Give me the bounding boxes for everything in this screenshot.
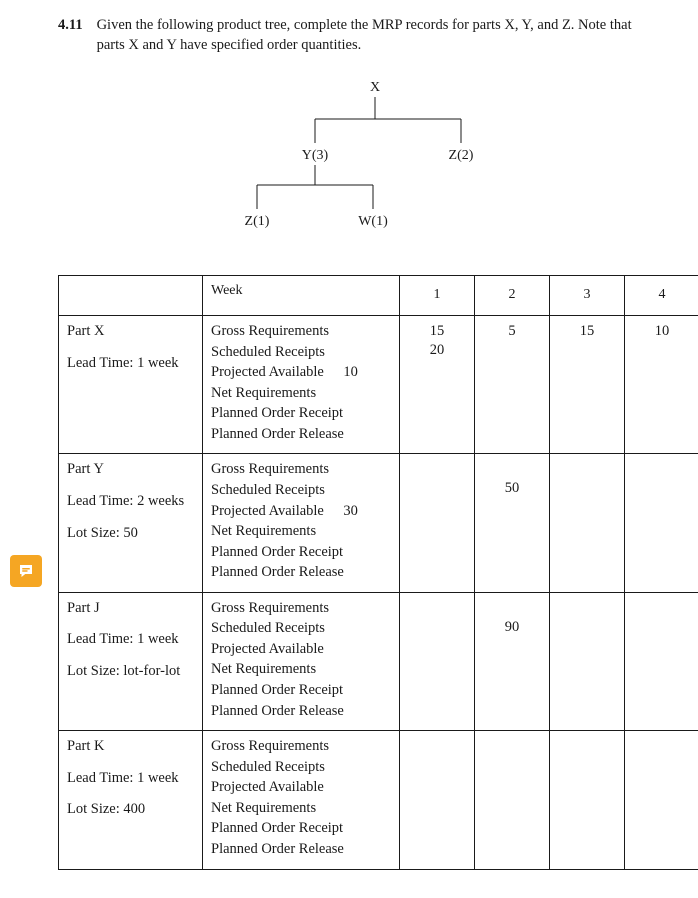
row-proj: Projected Available <box>211 502 324 522</box>
row-proj: Projected Available <box>211 640 324 660</box>
week-col-1: 1 <box>400 276 475 316</box>
row-gross: Gross Requirements <box>211 599 391 620</box>
node-w: W(1) <box>358 214 388 229</box>
proj-initial <box>330 778 358 798</box>
row-labels: Gross Requirements Scheduled Receipts Pr… <box>211 322 391 445</box>
question-stem: 4.11 Given the following product tree, c… <box>58 16 678 55</box>
proj-initial: 10 <box>330 363 358 383</box>
part-name: Part K <box>67 737 194 761</box>
row-gross: Gross Requirements <box>211 737 391 758</box>
row-net: Net Requirements <box>211 522 391 543</box>
row-receipt: Planned Order Receipt <box>211 681 391 702</box>
row-receipt: Planned Order Receipt <box>211 819 391 840</box>
table-row: Part K Lead Time: 1 week Lot Size: 400 G… <box>59 731 698 869</box>
cell: 20 <box>408 341 466 360</box>
row-proj: Projected Available <box>211 363 324 383</box>
row-labels: Gross Requirements Scheduled Receipts Pr… <box>211 599 391 722</box>
question-text: Given the following product tree, comple… <box>97 16 657 55</box>
product-tree: X Y(3) Z(2) Z(1) W(1) <box>58 77 678 247</box>
cell: 15 <box>408 322 466 341</box>
part-name: Part J <box>67 599 194 623</box>
comment-icon[interactable] <box>10 555 42 587</box>
node-z-top: Z(2) <box>449 148 474 163</box>
part-info: Part J Lead Time: 1 week Lot Size: lot-f… <box>67 599 194 686</box>
proj-initial: 30 <box>330 502 358 522</box>
row-sched: Scheduled Receipts <box>211 619 391 640</box>
row-release: Planned Order Release <box>211 563 391 584</box>
cell: 15 <box>558 322 616 341</box>
part-lead-time: Lead Time: 1 week <box>67 630 194 654</box>
row-sched: Scheduled Receipts <box>211 343 391 364</box>
part-name: Part X <box>67 322 194 346</box>
part-info: Part X Lead Time: 1 week <box>67 322 194 377</box>
part-lead-time: Lead Time: 1 week <box>67 354 194 378</box>
row-net: Net Requirements <box>211 384 391 405</box>
cell: 90 <box>483 618 541 637</box>
row-proj: Projected Available <box>211 778 324 798</box>
week-header-label: Week <box>203 276 400 316</box>
row-gross: Gross Requirements <box>211 322 391 343</box>
row-net: Net Requirements <box>211 799 391 820</box>
row-sched: Scheduled Receipts <box>211 758 391 779</box>
table-row: Part Y Lead Time: 2 weeks Lot Size: 50 G… <box>59 454 698 592</box>
week-col-2: 2 <box>475 276 550 316</box>
node-z-bottom: Z(1) <box>245 214 270 229</box>
row-labels: Gross Requirements Scheduled Receipts Pr… <box>211 460 391 583</box>
row-sched: Scheduled Receipts <box>211 481 391 502</box>
week-col-3: 3 <box>550 276 625 316</box>
table-row: Part X Lead Time: 1 week Gross Requireme… <box>59 316 698 454</box>
part-lot-size: Lot Size: 400 <box>67 800 194 824</box>
row-receipt: Planned Order Receipt <box>211 543 391 564</box>
row-release: Planned Order Release <box>211 702 391 723</box>
cell: 50 <box>483 479 541 498</box>
node-x: X <box>370 80 380 95</box>
part-lot-size: Lot Size: lot-for-lot <box>67 662 194 686</box>
part-name: Part Y <box>67 460 194 484</box>
week-col-4: 4 <box>625 276 698 316</box>
table-row: Part J Lead Time: 1 week Lot Size: lot-f… <box>59 592 698 730</box>
node-y: Y(3) <box>302 148 329 163</box>
product-tree-svg: X Y(3) Z(2) Z(1) W(1) <box>203 77 533 247</box>
row-release: Planned Order Release <box>211 425 391 446</box>
proj-initial <box>330 640 358 660</box>
row-gross: Gross Requirements <box>211 460 391 481</box>
mrp-table: Week 1 2 3 4 5 Part X Lead Time: 1 week <box>58 275 698 869</box>
part-lot-size: Lot Size: 50 <box>67 524 194 548</box>
row-release: Planned Order Release <box>211 840 391 861</box>
part-lead-time: Lead Time: 1 week <box>67 769 194 793</box>
cell: 10 <box>633 322 691 341</box>
part-info: Part K Lead Time: 1 week Lot Size: 400 <box>67 737 194 824</box>
question-number: 4.11 <box>58 16 83 55</box>
row-receipt: Planned Order Receipt <box>211 404 391 425</box>
part-info: Part Y Lead Time: 2 weeks Lot Size: 50 <box>67 460 194 547</box>
part-lead-time: Lead Time: 2 weeks <box>67 492 194 516</box>
row-net: Net Requirements <box>211 660 391 681</box>
cell <box>483 341 541 360</box>
cell: 5 <box>483 322 541 341</box>
table-header-row: Week 1 2 3 4 5 <box>59 276 698 316</box>
row-labels: Gross Requirements Scheduled Receipts Pr… <box>211 737 391 860</box>
